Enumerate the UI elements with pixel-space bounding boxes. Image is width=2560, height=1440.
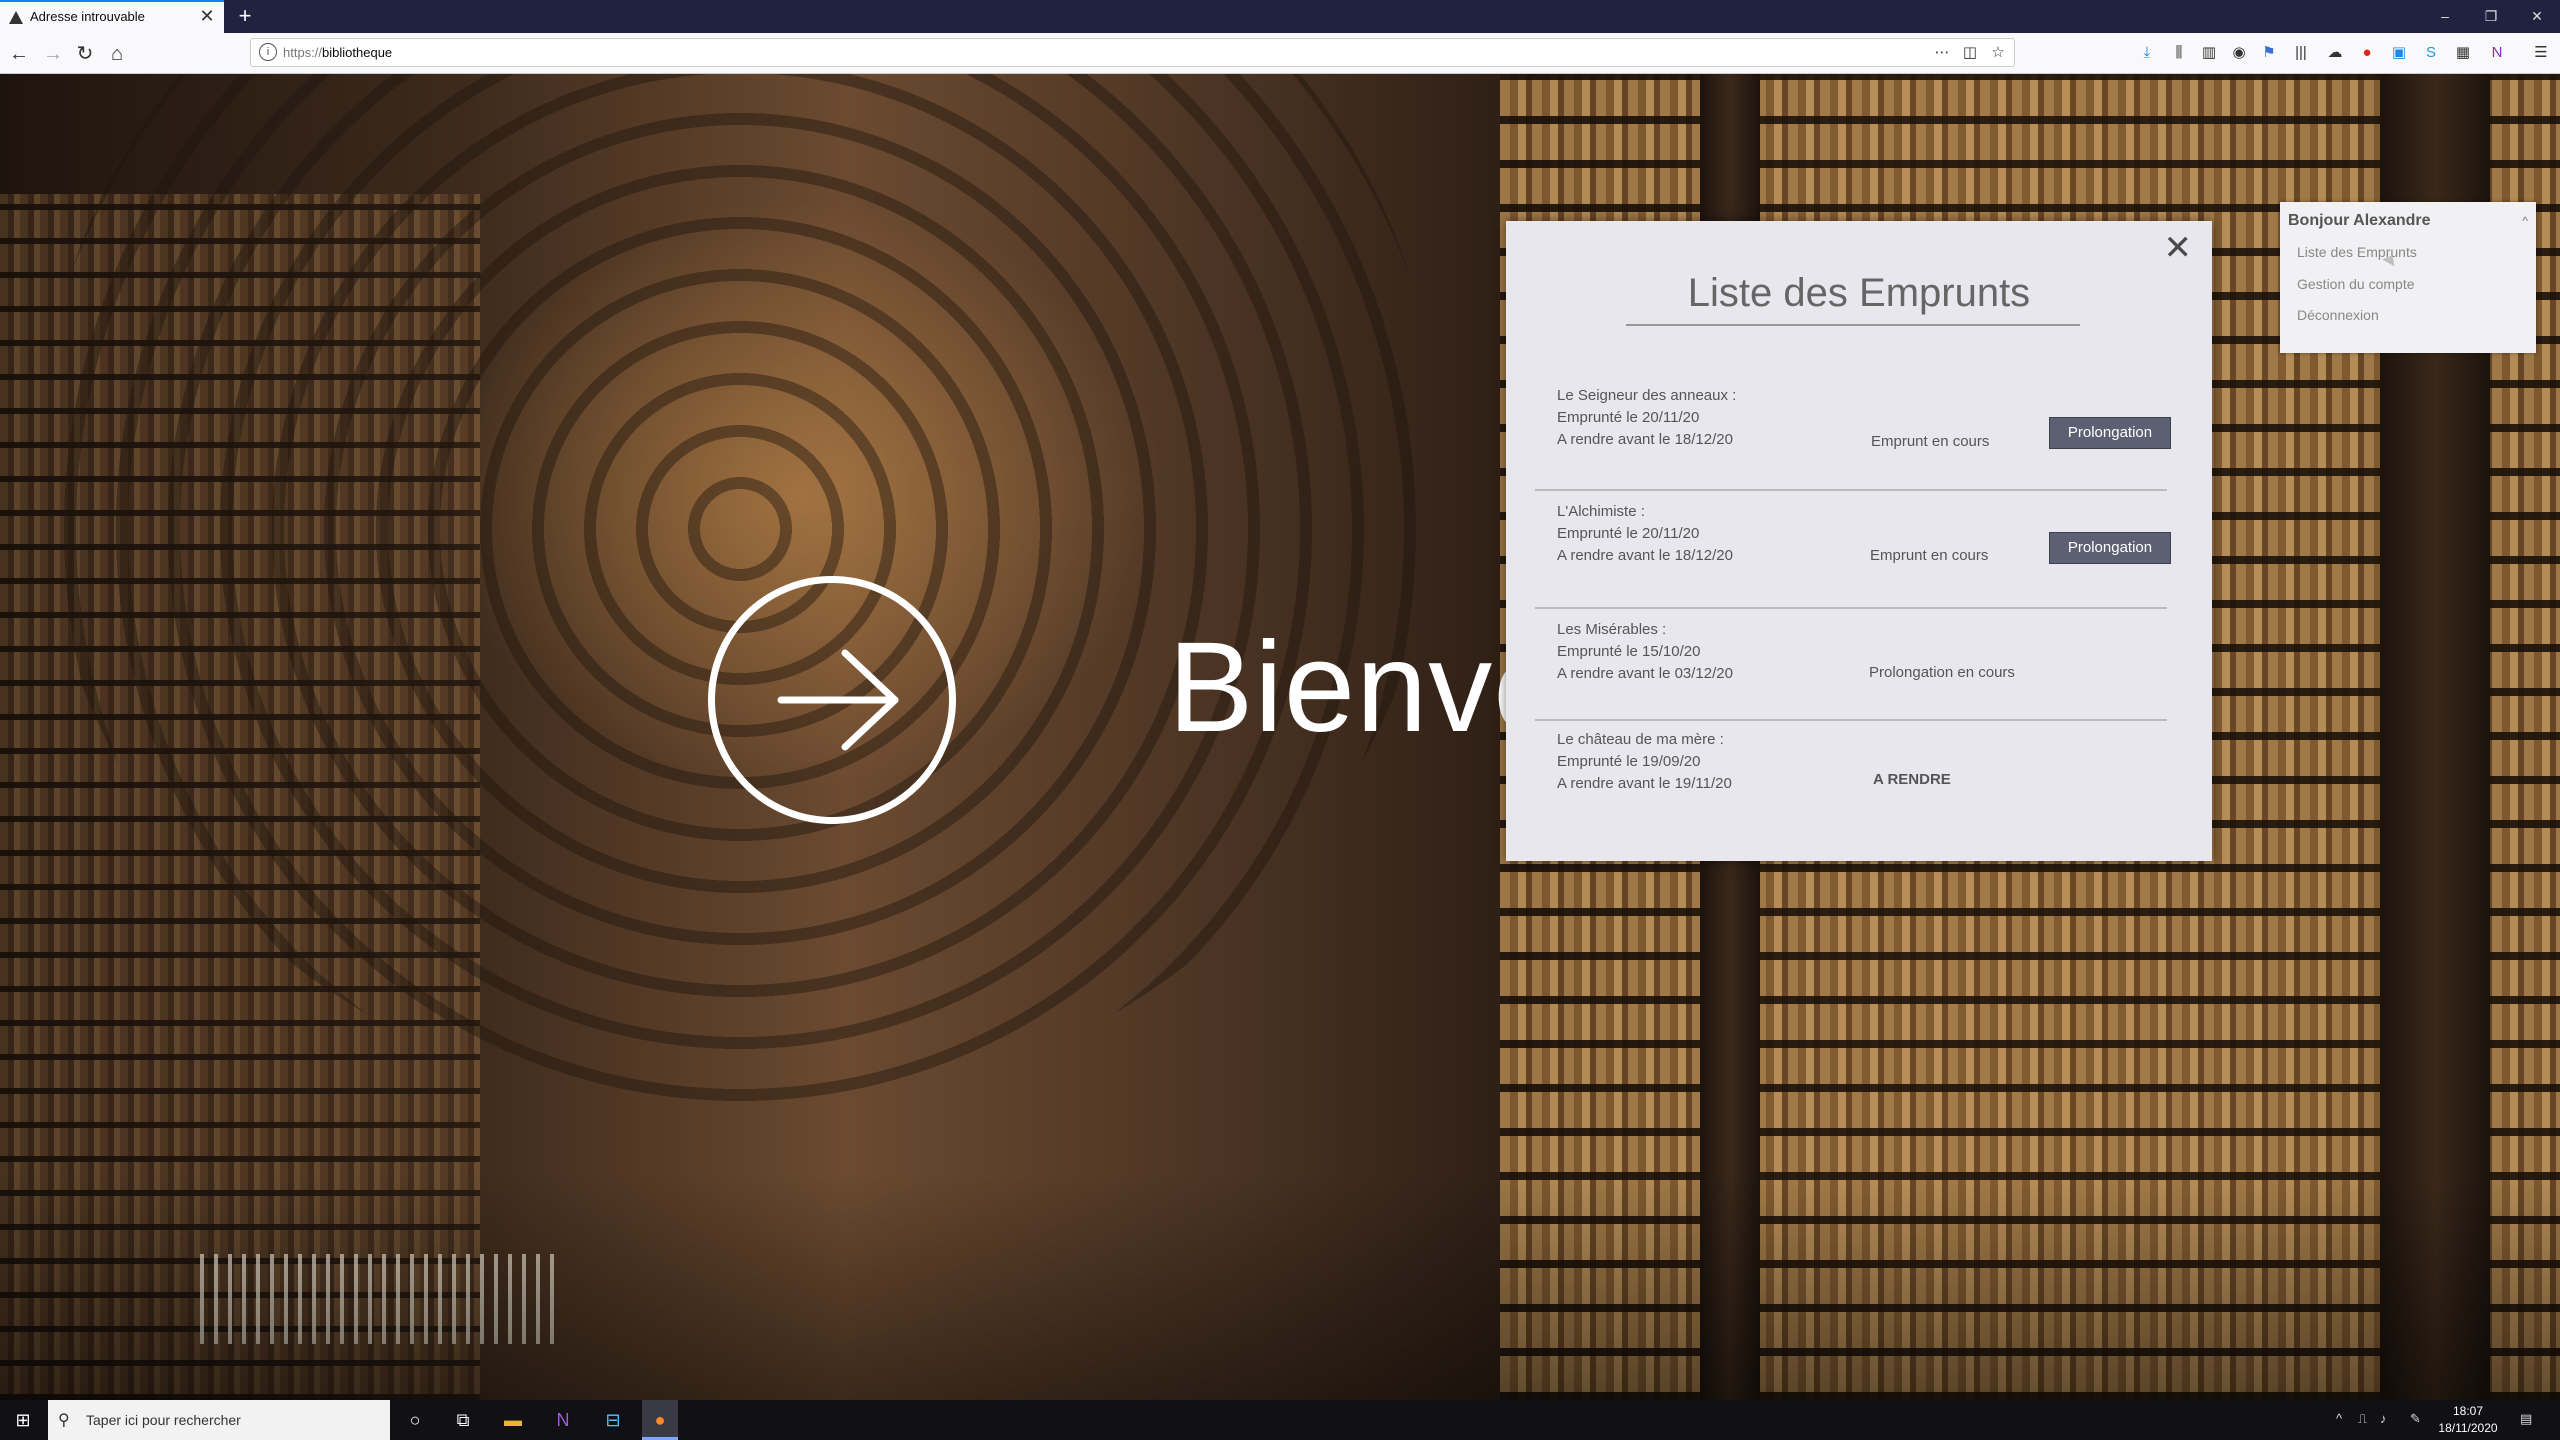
browser-tab[interactable]: Adresse introuvable ✕	[0, 0, 224, 33]
loan-info: Le château de ma mère : Emprunté le 19/0…	[1557, 729, 1732, 795]
windows-start-icon[interactable]: ⊞	[8, 1406, 38, 1434]
window-close-button[interactable]: ✕	[2522, 6, 2552, 26]
loan-status: Prolongation en cours	[1869, 664, 2015, 681]
prolongation-button[interactable]: Prolongation	[2049, 417, 2171, 449]
network-icon[interactable]: ⎍	[2358, 1411, 2367, 1427]
tab-bar: Adresse introuvable ✕ + – ❐ ✕	[0, 0, 2560, 33]
onenote-icon[interactable]: N	[2486, 42, 2508, 64]
loan-info: L'Alchimiste : Emprunté le 20/11/20 A re…	[1557, 501, 1733, 567]
reload-icon[interactable]: ↻	[72, 41, 98, 67]
loan-title: Le Seigneur des anneaux :	[1557, 387, 1737, 404]
title-underline	[1626, 324, 2080, 326]
sidebar-icon[interactable]: ▥	[2198, 42, 2220, 64]
chevron-up-icon[interactable]: ^	[2522, 214, 2528, 228]
user-dropdown-menu: Bonjour Alexandre ^ Liste des Emprunts G…	[2280, 202, 2536, 353]
loans-modal: ✕ Liste des Emprunts Le Seigneur des ann…	[1506, 221, 2212, 861]
pen-icon[interactable]: ✎	[2410, 1411, 2421, 1427]
search-placeholder: Taper ici pour rechercher	[86, 1412, 241, 1428]
bookmark-star-icon[interactable]: ☆	[1987, 42, 2009, 64]
barcode-icon[interactable]: |||	[2290, 42, 2312, 64]
loan-borrowed-date: Emprunté le 20/11/20	[1557, 409, 1700, 426]
user-greeting[interactable]: Bonjour Alexandre	[2288, 212, 2431, 230]
taskbar: ⊞ ⚲ Taper ici pour rechercher ○ ⧉ ▬ N ⊟ …	[0, 1400, 2560, 1440]
loan-status: Emprunt en cours	[1871, 433, 1990, 450]
menu-hamburger-icon[interactable]: ☰	[2530, 42, 2552, 64]
navigation-toolbar: ← → ↻ ⌂ i https://bibliotheque ⋯ ◫ ☆ ⤓ ⫼…	[0, 33, 2560, 74]
loan-due-date: A rendre avant le 18/12/20	[1557, 431, 1733, 448]
prolongation-button[interactable]: Prolongation	[2049, 532, 2171, 564]
warning-icon	[9, 11, 23, 24]
site-info-icon[interactable]: i	[259, 43, 277, 61]
pocket-icon[interactable]: ◫	[1959, 42, 1981, 64]
grid-extension-icon[interactable]: ▦	[2452, 42, 2474, 64]
loan-title: Le château de ma mère :	[1557, 731, 1724, 748]
back-arrow-icon[interactable]: ←	[6, 41, 32, 67]
downloads-icon[interactable]: ⤓	[2136, 42, 2158, 64]
firefox-taskbar-item[interactable]: ●	[642, 1400, 678, 1440]
url-protocol: https://	[283, 45, 323, 60]
menu-item-logout[interactable]: Déconnexion	[2297, 307, 2379, 323]
clock-time: 18:07	[2452, 1404, 2484, 1418]
tray-chevron-icon[interactable]: ^	[2336, 1411, 2342, 1426]
translate-icon[interactable]: ⚑	[2258, 42, 2280, 64]
address-bar[interactable]: i https://bibliotheque ⋯ ◫ ☆	[250, 38, 2015, 67]
app-taskbar-icon[interactable]: ⊟	[598, 1406, 628, 1434]
loan-title: L'Alchimiste :	[1557, 503, 1645, 520]
loan-due-date: A rendre avant le 19/11/20	[1557, 775, 1732, 792]
task-view-icon[interactable]: ⧉	[448, 1406, 478, 1434]
new-tab-button[interactable]: +	[232, 3, 258, 29]
loan-due-date: A rendre avant le 18/12/20	[1557, 547, 1733, 564]
home-icon[interactable]: ⌂	[104, 41, 130, 67]
loan-row: Les Misérables : Emprunté le 15/10/20 A …	[1535, 619, 2167, 721]
url-host: bibliotheque	[322, 45, 393, 60]
restore-button[interactable]: ❐	[2476, 6, 2506, 26]
cortana-icon[interactable]: ○	[400, 1406, 430, 1434]
modal-close-icon[interactable]: ✕	[2164, 231, 2193, 265]
loan-title: Les Misérables :	[1557, 621, 1667, 638]
speaker-icon[interactable]: ♪	[2380, 1411, 2387, 1426]
file-explorer-icon[interactable]: ▬	[498, 1406, 528, 1434]
firefox-icon: ●	[654, 1410, 666, 1430]
loan-row: L'Alchimiste : Emprunté le 20/11/20 A re…	[1535, 501, 2171, 609]
taskbar-search-box[interactable]: ⚲ Taper ici pour rechercher	[48, 1400, 390, 1440]
modal-title: Liste des Emprunts	[1687, 271, 2031, 315]
minimize-button[interactable]: –	[2430, 6, 2460, 26]
loan-borrowed-date: Emprunté le 19/09/20	[1557, 753, 1701, 770]
outlook-icon[interactable]: ▣	[2388, 42, 2410, 64]
tab-close-icon[interactable]: ✕	[198, 6, 216, 26]
enter-arrow-icon[interactable]	[708, 576, 956, 824]
red-extension-icon[interactable]: ●	[2356, 42, 2378, 64]
loan-info: Le Seigneur des anneaux : Emprunté le 20…	[1557, 385, 1736, 451]
onenote-taskbar-icon[interactable]: N	[548, 1406, 578, 1434]
forward-arrow-icon[interactable]: →	[40, 41, 66, 67]
loan-borrowed-date: Emprunté le 20/11/20	[1557, 525, 1700, 542]
loan-row: Le Seigneur des anneaux : Emprunté le 20…	[1535, 385, 2171, 491]
notifications-icon[interactable]: ▤	[2520, 1411, 2532, 1427]
taskbar-clock[interactable]: 18:07 18/11/2020	[2432, 1403, 2504, 1437]
loan-status: Emprunt en cours	[1870, 547, 1989, 564]
skype-icon[interactable]: S	[2420, 42, 2442, 64]
page-actions-icon[interactable]: ⋯	[1931, 42, 1953, 64]
url-text: https://bibliotheque	[283, 45, 392, 60]
cloud-icon[interactable]: ☁	[2324, 42, 2346, 64]
loan-row: Le château de ma mère : Emprunté le 19/0…	[1535, 729, 2167, 819]
account-icon[interactable]: ◉	[2228, 42, 2250, 64]
clock-date: 18/11/2020	[2438, 1421, 2498, 1435]
page-background: Bienvenue ✕ Liste des Emprunts Le Seigne…	[0, 74, 2560, 1400]
tab-title: Adresse introuvable	[30, 9, 145, 24]
menu-item-account[interactable]: Gestion du compte	[2297, 276, 2415, 292]
search-icon: ⚲	[58, 1412, 70, 1429]
loan-due-date: A rendre avant le 03/12/20	[1557, 665, 1733, 682]
loan-info: Les Misérables : Emprunté le 15/10/20 A …	[1557, 619, 1733, 685]
background-shade	[0, 1174, 2560, 1400]
library-icon[interactable]: ⫼	[2168, 42, 2190, 64]
loan-borrowed-date: Emprunté le 15/10/20	[1557, 643, 1701, 660]
loan-status-due: A RENDRE	[1873, 771, 1951, 788]
menu-item-loans[interactable]: Liste des Emprunts	[2297, 244, 2417, 260]
